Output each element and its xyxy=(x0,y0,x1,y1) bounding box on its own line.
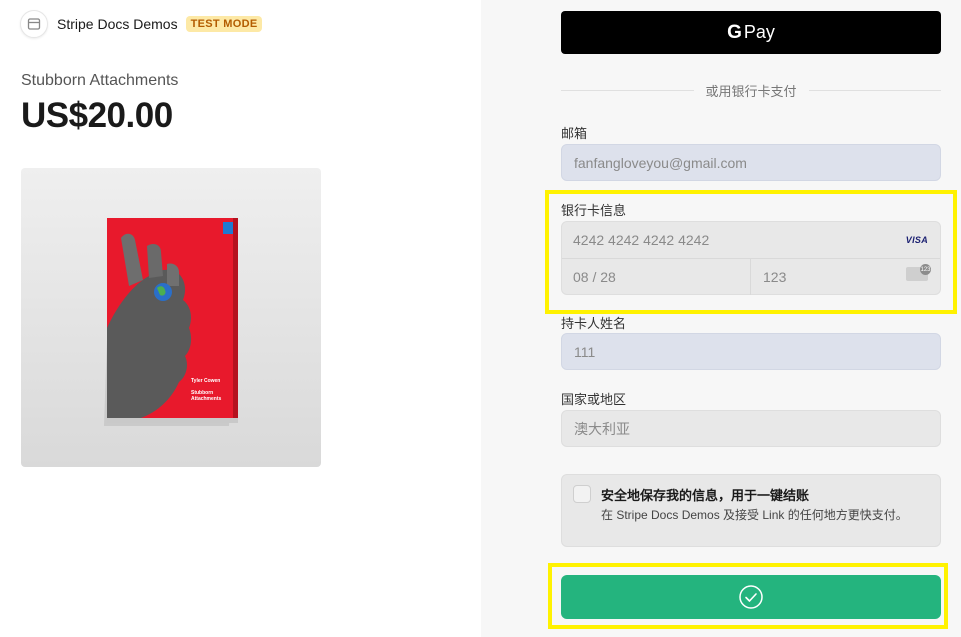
country-label: 国家或地区 xyxy=(561,392,627,407)
save-info-box: 安全地保存我的信息，用于一键结账 在 Stripe Docs Demos 及接受… xyxy=(561,474,941,547)
order-summary-panel: Stripe Docs Demos TEST MODE Stubborn Att… xyxy=(0,0,481,637)
checkout-page: Stripe Docs Demos TEST MODE Stubborn Att… xyxy=(0,0,961,637)
google-pay-button[interactable]: G Pay xyxy=(561,11,941,54)
book-cover-illustration: Tyler Cowen Stubborn Attachments xyxy=(103,218,238,426)
highlight-pay-button xyxy=(548,563,948,629)
highlight-card-info xyxy=(545,190,957,314)
merchant-name[interactable]: Stripe Docs Demos xyxy=(57,16,178,32)
divider-line-left xyxy=(561,89,694,91)
store-icon[interactable] xyxy=(20,10,48,38)
cover-title-line2: Attachments xyxy=(191,396,222,402)
cardholder-name-field[interactable]: 111 xyxy=(561,333,941,370)
divider-line-right xyxy=(808,89,942,91)
google-pay-label: Pay xyxy=(743,22,775,42)
country-select[interactable]: 澳大利亚 xyxy=(561,410,941,447)
save-info-checkbox[interactable] xyxy=(573,485,591,503)
product-image: Tyler Cowen Stubborn Attachments xyxy=(21,168,321,467)
email-label: 邮箱 xyxy=(561,126,588,141)
product-name: Stubborn Attachments xyxy=(21,72,179,89)
cardholder-label: 持卡人姓名 xyxy=(561,316,627,331)
merchant-header: Stripe Docs Demos TEST MODE xyxy=(20,10,263,38)
save-info-description: 在 Stripe Docs Demos 及接受 Link 的任何地方更快支付。 xyxy=(601,508,908,522)
pay-with-card-divider: 或用银行卡支付 xyxy=(561,80,942,100)
cover-author: Tyler Cowen xyxy=(191,378,220,384)
test-mode-badge: TEST MODE xyxy=(185,16,263,32)
email-field[interactable]: fanfangloveyou@gmail.com xyxy=(561,144,941,181)
google-g-icon: G xyxy=(727,21,742,43)
save-info-title: 安全地保存我的信息，用于一键结账 xyxy=(601,488,810,503)
product-price: US$20.00 xyxy=(21,96,173,135)
divider-text: 或用银行卡支付 xyxy=(705,83,797,99)
